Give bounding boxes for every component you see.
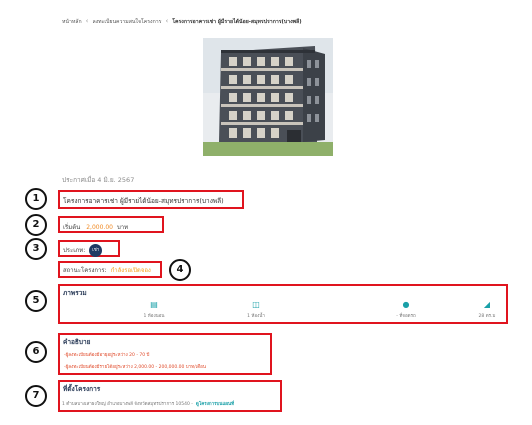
annotation-marker-2: 2 bbox=[25, 214, 47, 236]
breadcrumb-list-link[interactable]: ลงทะเบียนความสนใจโครงการ bbox=[92, 19, 161, 25]
description-line-income: -ผู้ลงทะเบียนต้องมีรายได้อยู่ระหว่าง 2,0… bbox=[64, 365, 206, 370]
status-label: สถานะโครงการ: bbox=[63, 267, 107, 274]
location-heading: ที่ตั้งโครงการ bbox=[63, 385, 101, 393]
car-icon: ● bbox=[402, 300, 410, 309]
feature-parking: ● - ที่จอดรถ bbox=[384, 300, 428, 319]
price-label: เริ่มต้น bbox=[63, 224, 81, 231]
bathtub-icon: ◫ bbox=[252, 300, 260, 309]
annotation-marker-5: 5 bbox=[25, 290, 47, 312]
price-unit: บาท bbox=[116, 224, 129, 231]
project-title: โครงการอาคารเช่า ผู้มีรายได้น้อย-สมุทรปร… bbox=[63, 197, 224, 205]
bed-icon: ▤ bbox=[150, 300, 158, 309]
annotation-marker-4: 4 bbox=[169, 259, 191, 281]
highlight-box-overview bbox=[58, 284, 508, 324]
project-price: เริ่มต้น 2,000.00 บาท bbox=[63, 222, 128, 232]
type-label: ประเภท: bbox=[63, 247, 86, 254]
chevron-left-icon: ‹ bbox=[165, 17, 169, 25]
chevron-left-icon: ‹ bbox=[85, 17, 89, 25]
location-address-line: 1 ตำบลบางเสาธงใหญ่ อำเภอบางพลี จังหวัดสม… bbox=[62, 400, 234, 407]
breadcrumb: หน้าหลัก ‹ ลงทะเบียนความสนใจโครงการ ‹ โครงกา… bbox=[62, 17, 302, 26]
project-photo bbox=[203, 38, 333, 156]
annotation-marker-3: 3 bbox=[25, 238, 47, 260]
type-badge: เช่า bbox=[89, 244, 103, 257]
overview-heading: ภาพรวม bbox=[63, 289, 87, 297]
feature-area: ◢ 28 ตร.ม bbox=[470, 300, 504, 319]
project-status: สถานะโครงการ: กำลังรอเปิดจอง bbox=[63, 265, 151, 275]
breadcrumb-current: โครงการอาคารเช่า ผู้มีรายได้น้อย-สมุทรปร… bbox=[172, 19, 302, 25]
project-type: ประเภท: เช่า bbox=[63, 244, 103, 257]
annotation-marker-6: 6 bbox=[25, 341, 47, 363]
description-heading: คำอธิบาย bbox=[63, 338, 91, 346]
feature-bathroom-label: 1 ห้องน้ำ bbox=[247, 314, 265, 319]
published-date: ประกาศเมื่อ 4 มิ.ย. 2567 bbox=[62, 176, 135, 184]
description-line-age: -ผู้ลงทะเบียนต้องมีอายุอยู่ระหว่าง 20 - … bbox=[64, 353, 150, 358]
feature-bathroom: ◫ 1 ห้องน้ำ bbox=[234, 300, 278, 319]
status-value: กำลังรอเปิดจอง bbox=[110, 267, 151, 274]
annotation-marker-7: 7 bbox=[25, 385, 47, 407]
annotation-marker-1: 1 bbox=[25, 188, 47, 210]
feature-bedroom: ▤ 1 ห้องนอน bbox=[132, 300, 176, 319]
breadcrumb-home-link[interactable]: หน้าหลัก bbox=[62, 19, 82, 25]
map-link[interactable]: ดูโครงการบนแผนที่ bbox=[196, 402, 234, 407]
feature-area-label: 28 ตร.ม bbox=[478, 314, 496, 319]
area-icon: ◢ bbox=[483, 300, 491, 309]
feature-bedroom-label: 1 ห้องนอน bbox=[143, 314, 165, 319]
price-value: 2,000.00 bbox=[86, 224, 113, 231]
location-address: 1 ตำบลบางเสาธงใหญ่ อำเภอบางพลี จังหวัดสม… bbox=[62, 402, 193, 407]
feature-parking-label: - ที่จอดรถ bbox=[396, 314, 416, 319]
